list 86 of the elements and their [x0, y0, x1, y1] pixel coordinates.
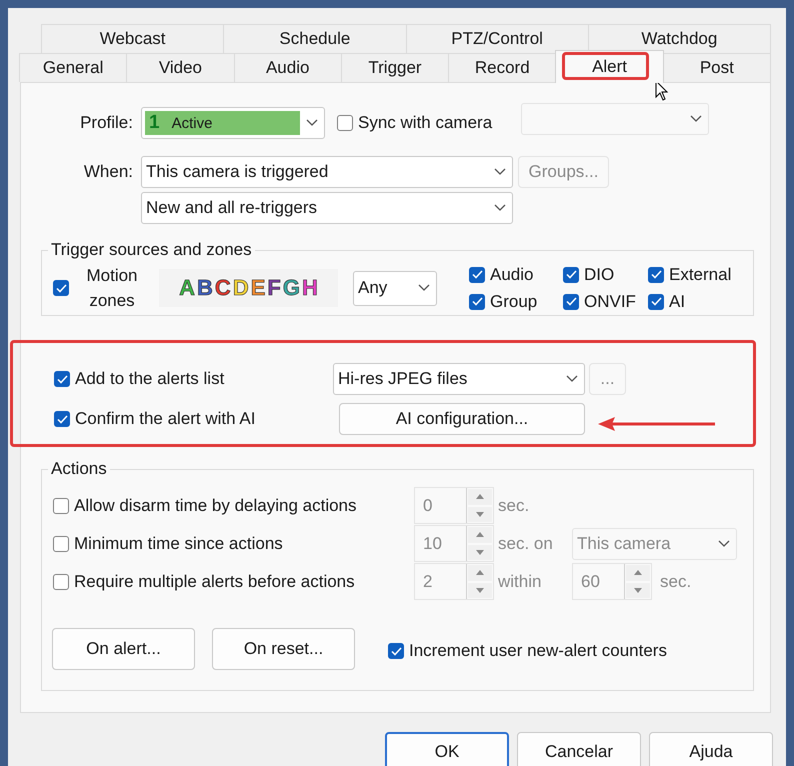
- dialog-button[interactable]: OK: [385, 732, 509, 766]
- unit-label: sec.: [498, 496, 530, 516]
- dialog-button[interactable]: Ajuda: [649, 732, 773, 766]
- checkbox[interactable]: [388, 643, 404, 659]
- chevron-icon: [418, 284, 430, 292]
- chevron-icon: [494, 168, 506, 176]
- down-arrow-icon: [634, 588, 642, 593]
- checkbox[interactable]: [469, 266, 485, 282]
- zone-letter: B: [197, 275, 213, 301]
- checkbox[interactable]: [469, 294, 485, 310]
- zone-letter: H: [302, 275, 318, 301]
- checkbox[interactable]: [563, 294, 579, 310]
- unit-label: within: [498, 572, 542, 592]
- field-label: Profile:: [79, 113, 133, 133]
- checkbox[interactable]: [53, 280, 69, 296]
- checkbox-label: Audio: [490, 264, 534, 284]
- checkbox-label: Group: [490, 292, 538, 312]
- checkbox[interactable]: [563, 266, 579, 282]
- group-title: Actions: [50, 459, 108, 479]
- dialog-button[interactable]: Cancelar: [517, 732, 641, 766]
- profile-number: 1: [149, 112, 160, 134]
- chevron-icon: [494, 204, 506, 212]
- up-arrow-icon: [476, 532, 484, 538]
- dropdown[interactable]: New and all re-triggers: [141, 192, 513, 224]
- field-label: When:: [82, 162, 133, 182]
- checkbox-label: DIO: [584, 264, 614, 284]
- chevron-icon: [306, 119, 318, 127]
- check-icon: [650, 297, 662, 306]
- check-icon: [566, 270, 576, 279]
- check-icon: [472, 270, 482, 279]
- chevron-icon: [566, 375, 578, 383]
- checkbox-label: External: [669, 264, 732, 284]
- checkbox-label: AI: [669, 292, 686, 312]
- tab[interactable]: Post: [662, 53, 771, 82]
- check-icon: [472, 297, 482, 306]
- checkbox-label: Allow disarm time by delaying actions: [74, 496, 357, 516]
- spin-up-button[interactable]: [626, 565, 650, 580]
- unit-label: sec. on: [498, 534, 554, 554]
- up-arrow-icon: [476, 570, 484, 576]
- check-icon: [390, 646, 402, 656]
- up-arrow-icon: [634, 570, 642, 576]
- checkbox-label: Require multiple alerts before actions: [74, 572, 355, 592]
- checkbox[interactable]: [648, 294, 664, 310]
- checkbox-label: ONVIF: [584, 292, 636, 312]
- check-icon: [650, 270, 662, 279]
- zone-letter: D: [232, 275, 249, 301]
- dropdown[interactable]: This camera is triggered: [141, 156, 513, 188]
- checkbox-label: Confirm the alert with AI: [75, 409, 256, 429]
- down-arrow-icon: [476, 588, 484, 593]
- chevron-icon: [718, 540, 730, 548]
- unit-label: sec.: [660, 572, 692, 592]
- chevron-icon: [690, 114, 702, 122]
- group-title: Trigger sources and zones: [50, 240, 253, 260]
- checkbox-label: Motion zones: [85, 265, 139, 312]
- zone-letter: E: [250, 275, 266, 301]
- checkbox-label: Increment user new-alert counters: [409, 641, 667, 661]
- down-arrow-icon: [476, 550, 484, 555]
- ai-configuration-button[interactable]: AI configuration...: [339, 403, 585, 435]
- profile-name: Active: [172, 114, 212, 132]
- checkbox-label: Add to the alerts list: [75, 369, 224, 389]
- dropdown[interactable]: Hi-res JPEG files: [333, 363, 585, 395]
- check-icon: [56, 374, 68, 384]
- checkbox-label: Sync with camera: [358, 113, 492, 133]
- zone-letter: F: [267, 275, 281, 301]
- tab[interactable]: Watchdog: [588, 24, 771, 53]
- dropdown[interactable]: Any: [353, 270, 437, 306]
- up-arrow-icon: [476, 494, 484, 500]
- zone-letter: G: [282, 275, 300, 301]
- action-button[interactable]: On reset...: [212, 628, 355, 670]
- spin-down-button[interactable]: [626, 582, 650, 598]
- checkbox-label: Minimum time since actions: [74, 534, 283, 554]
- checkbox[interactable]: [54, 411, 70, 427]
- zone-letter: C: [214, 275, 231, 301]
- check-icon: [56, 284, 66, 292]
- checkbox[interactable]: [337, 115, 353, 131]
- check-icon: [56, 414, 68, 424]
- tab[interactable]: Webcast: [41, 24, 224, 53]
- dropdown[interactable]: 1 Active: [141, 107, 325, 139]
- down-arrow-icon: [476, 512, 484, 517]
- action-button[interactable]: On alert...: [52, 628, 195, 670]
- tab[interactable]: Alert: [555, 50, 664, 83]
- checkbox[interactable]: [54, 371, 70, 387]
- checkbox[interactable]: [648, 266, 664, 282]
- check-icon: [566, 297, 576, 306]
- tab[interactable]: General: [19, 53, 128, 82]
- zone-letter: A: [179, 275, 196, 301]
